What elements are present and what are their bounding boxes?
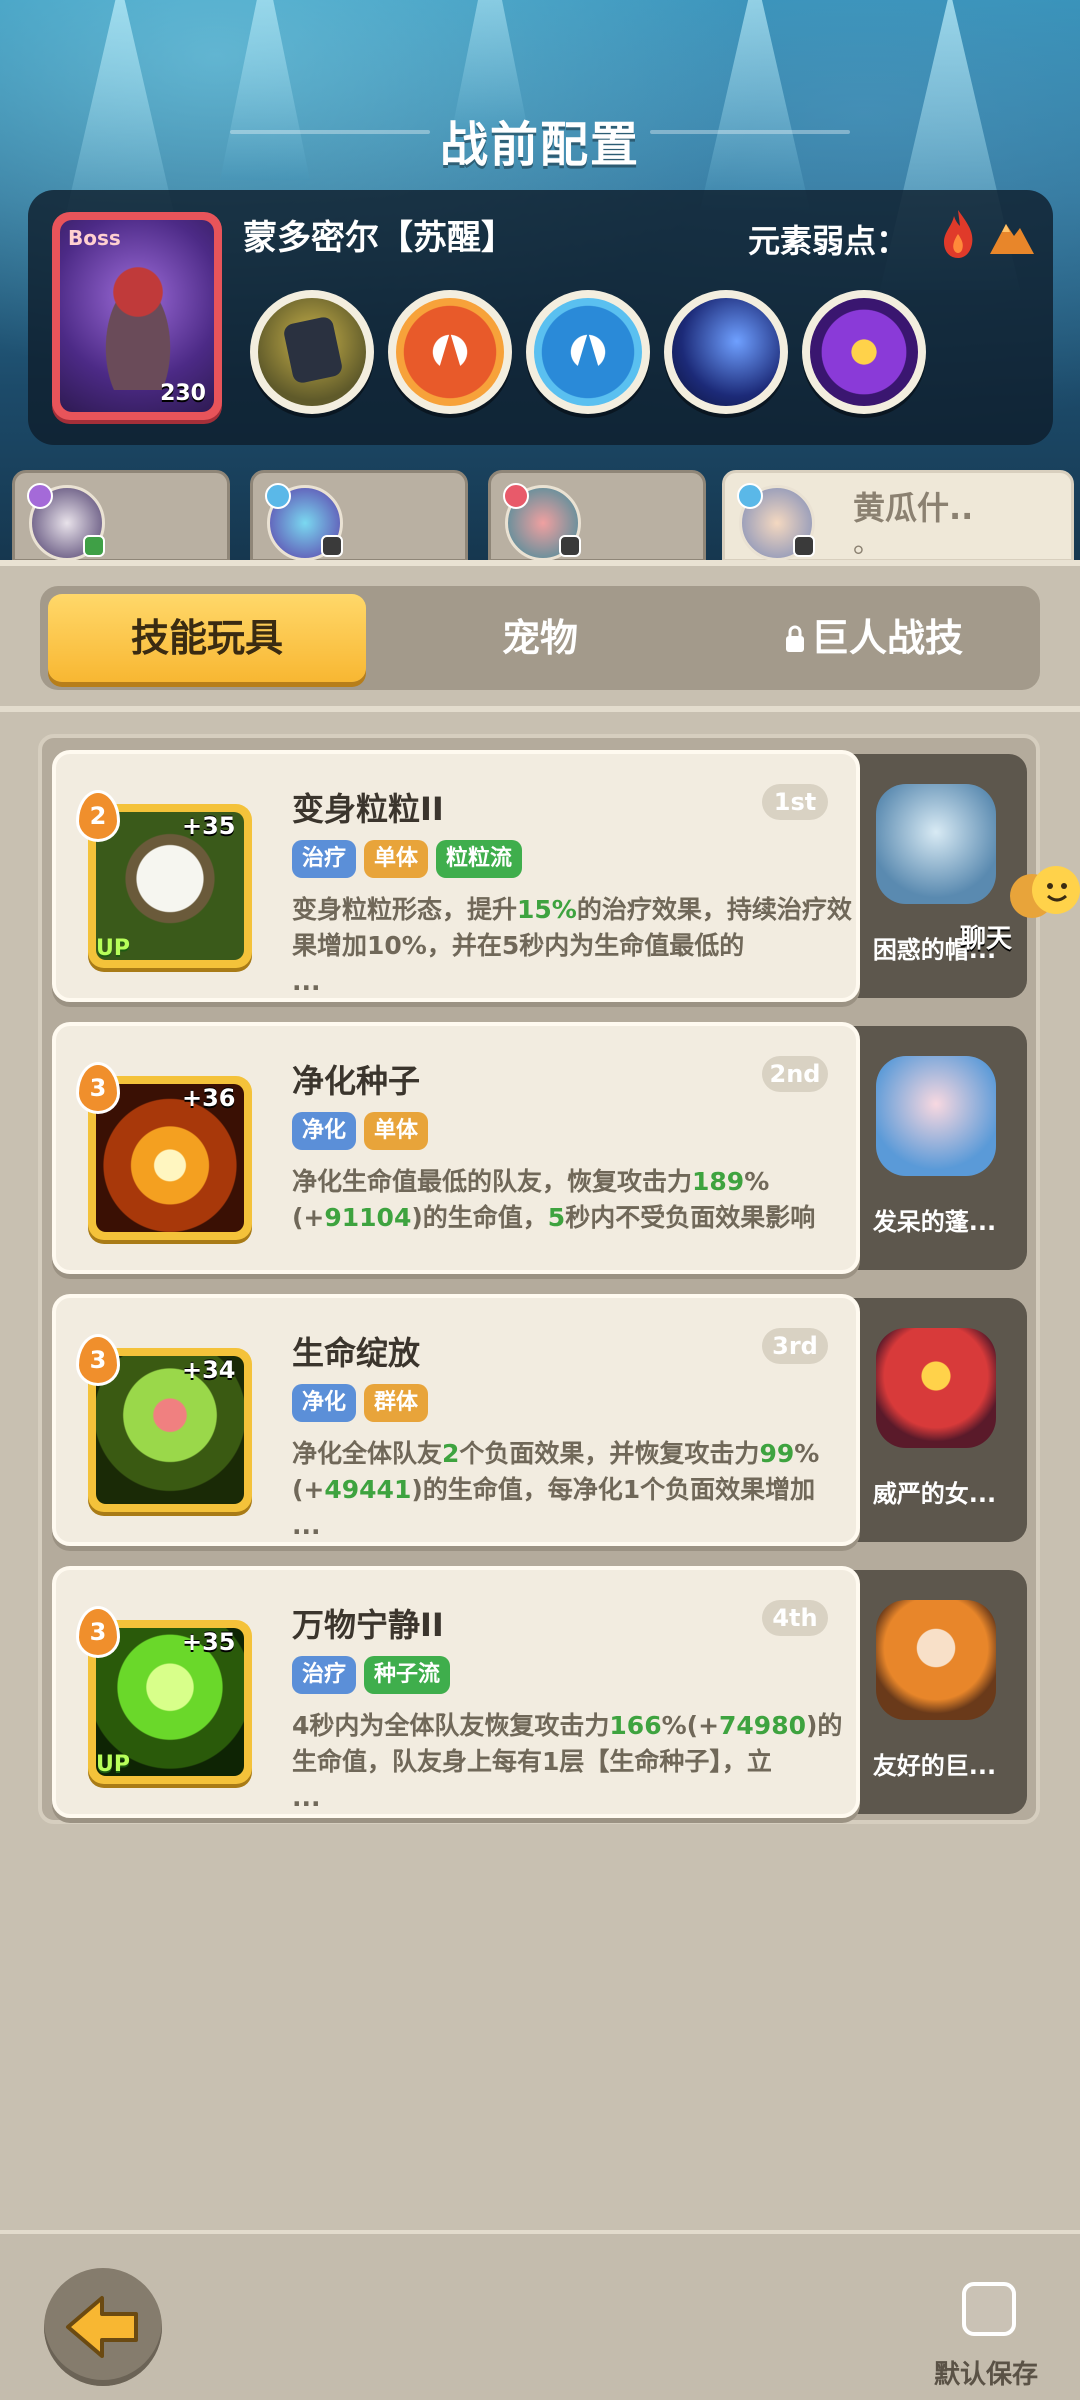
boss-portrait[interactable]: Boss 230 [52, 212, 222, 420]
pet-name: 发呆的蓬... [872, 1208, 997, 1236]
lock-icon [785, 625, 804, 652]
tab-giant-skills[interactable]: 巨人战技 [714, 594, 1032, 682]
config-panel: 技能玩具 宠物 巨人战技 困惑的帽... 2 +35 UP 变身粒粒II 1st… [0, 560, 1080, 2400]
bonus-value: +36 [182, 1084, 236, 1112]
skill-row-4[interactable]: 友好的巨... 3 +35 UP 万物宁静II 4th 治疗 种子流 4秒内为全… [52, 1566, 1027, 1818]
rank-badge: 3rd [762, 1328, 828, 1364]
skill-tags: 治疗 种子流 [292, 1656, 451, 1694]
back-arrow-icon [66, 2296, 138, 2358]
skill-name: 变身粒粒II [292, 790, 444, 828]
pet-slot[interactable]: 困惑的帽... [842, 754, 1027, 998]
tag-single: 单体 [364, 840, 429, 878]
skill-row-2[interactable]: 发呆的蓬... 3 +36 净化种子 2nd 净化 单体 净化生命值最低的队友，… [52, 1022, 1027, 1274]
boss-info-panel: Boss 230 蒙多密尔【苏醒】 元素弱点： [28, 190, 1053, 445]
character-tab-2[interactable] [250, 470, 468, 562]
bonus-value: +34 [182, 1356, 236, 1384]
skill-description: 净化全体队友2个负面效果，并恢复攻击力99%(+49441)的生命值，每净化1个… [292, 1439, 820, 1540]
skill-card: 3 +35 UP 万物宁静II 4th 治疗 种子流 4秒内为全体队友恢复攻击力… [52, 1566, 860, 1818]
boss-skill-3[interactable] [526, 290, 650, 414]
tag-heal: 治疗 [292, 840, 357, 878]
upgrade-tag: UP [96, 936, 130, 961]
element-icon [27, 483, 53, 509]
character-tab-4[interactable]: 黄瓜什.. 。 [722, 470, 1074, 562]
pet-portrait [876, 1056, 996, 1176]
divider [0, 706, 1080, 712]
element-icon [503, 483, 529, 509]
level-badge: 2 [76, 790, 120, 842]
tag-stream: 粒粒流 [436, 840, 523, 878]
skill-list: 困惑的帽... 2 +35 UP 变身粒粒II 1st 治疗 单体 粒粒流 变身… [38, 734, 1040, 1824]
boss-name: 蒙多密尔【苏醒】 [243, 218, 515, 258]
tag-seed-stream: 种子流 [364, 1656, 451, 1694]
skill-row-1[interactable]: 困惑的帽... 2 +35 UP 变身粒粒II 1st 治疗 单体 粒粒流 变身… [52, 750, 1027, 1002]
default-save-label: 默认保存 [934, 2360, 1039, 2390]
weakness-label: 元素弱点： [748, 222, 909, 260]
back-button[interactable] [44, 2268, 162, 2386]
character-tab-1[interactable] [12, 470, 230, 562]
pet-slot[interactable]: 威严的女... [842, 1298, 1027, 1542]
bonus-value: +35 [182, 1628, 236, 1656]
bottom-bar: 默认保存 [0, 2230, 1080, 2400]
skill-name: 生命绽放 [292, 1334, 421, 1372]
skill-card: 2 +35 UP 变身粒粒II 1st 治疗 单体 粒粒流 变身粒粒形态，提升1… [52, 750, 860, 1002]
skill-description: 净化生命值最低的队友，恢复攻击力189%(+91104)的生命值，5秒内不受负面… [292, 1167, 816, 1232]
skill-tags: 净化 群体 [292, 1384, 429, 1422]
tab-skill-toys[interactable]: 技能玩具 [48, 594, 366, 682]
pet-portrait [876, 1600, 996, 1720]
element-icon [265, 483, 291, 509]
skill-name: 万物宁静II [292, 1606, 444, 1644]
rank-badge: 4th [762, 1600, 828, 1636]
tag-purify: 净化 [292, 1112, 357, 1150]
tag-heal: 治疗 [292, 1656, 357, 1694]
level-badge: 3 [76, 1062, 120, 1114]
skill-description: 变身粒粒形态，提升15%的治疗效果，持续治疗效果增加10%，并在5秒内为生命值最… [292, 895, 852, 996]
badge-icon [321, 535, 343, 557]
tab-pets[interactable]: 宠物 [381, 594, 699, 682]
rank-badge: 1st [762, 784, 828, 820]
pet-portrait [876, 1328, 996, 1448]
badge-icon [793, 535, 815, 557]
chat-bubble-icon[interactable] [1010, 860, 1080, 940]
level-badge: 3 [76, 1606, 120, 1658]
bonus-value: +35 [182, 812, 236, 840]
rank-badge: 2nd [762, 1056, 828, 1092]
boss-skill-1[interactable] [250, 290, 374, 414]
pet-slot[interactable]: 发呆的蓬... [842, 1026, 1027, 1270]
tab-giant-skills-label: 巨人战技 [810, 616, 963, 660]
element-icon [737, 483, 763, 509]
page-title: 战前配置 [439, 117, 640, 173]
tag-single: 单体 [364, 1112, 429, 1150]
ready-badge-icon [83, 535, 105, 557]
pet-slot[interactable]: 友好的巨... [842, 1570, 1027, 1814]
earth-icon [990, 224, 1034, 254]
skill-card: 3 +36 净化种子 2nd 净化 单体 净化生命值最低的队友，恢复攻击力189… [52, 1022, 860, 1274]
skill-tags: 净化 单体 [292, 1112, 429, 1150]
default-save-checkbox[interactable] [962, 2282, 1016, 2336]
tag-purify: 净化 [292, 1384, 357, 1422]
pet-name: 威严的女... [872, 1480, 997, 1508]
character-tab-3[interactable] [488, 470, 706, 562]
skill-card: 3 +34 生命绽放 3rd 净化 群体 净化全体队友2个负面效果，并恢复攻击力… [52, 1294, 860, 1546]
skill-name: 净化种子 [292, 1062, 421, 1100]
chat-label[interactable]: 聊天 [960, 918, 1012, 955]
boss-skill-5[interactable] [802, 290, 926, 414]
boss-skill-4[interactable] [664, 290, 788, 414]
upgrade-tag: UP [96, 1752, 130, 1777]
pet-name: 友好的巨... [872, 1752, 997, 1780]
boss-tag: Boss [68, 226, 121, 250]
skill-tags: 治疗 单体 粒粒流 [292, 840, 523, 878]
pet-portrait [876, 784, 996, 904]
tab-bar: 技能玩具 宠物 巨人战技 [40, 586, 1040, 690]
boss-skill-2[interactable] [388, 290, 512, 414]
skill-row-3[interactable]: 威严的女... 3 +34 生命绽放 3rd 净化 群体 净化全体队友2个负面效… [52, 1294, 1027, 1546]
boss-figure-icon [88, 250, 188, 390]
character-subtitle: 。 [853, 526, 882, 559]
boss-level: 230 [160, 381, 206, 406]
skill-description: 4秒内为全体队友恢复攻击力166%(+74980)的生命值，队友身上每有1层【生… [292, 1711, 843, 1812]
tag-group: 群体 [364, 1384, 429, 1422]
level-badge: 3 [76, 1334, 120, 1386]
badge-icon [559, 535, 581, 557]
fire-icon [944, 210, 973, 258]
